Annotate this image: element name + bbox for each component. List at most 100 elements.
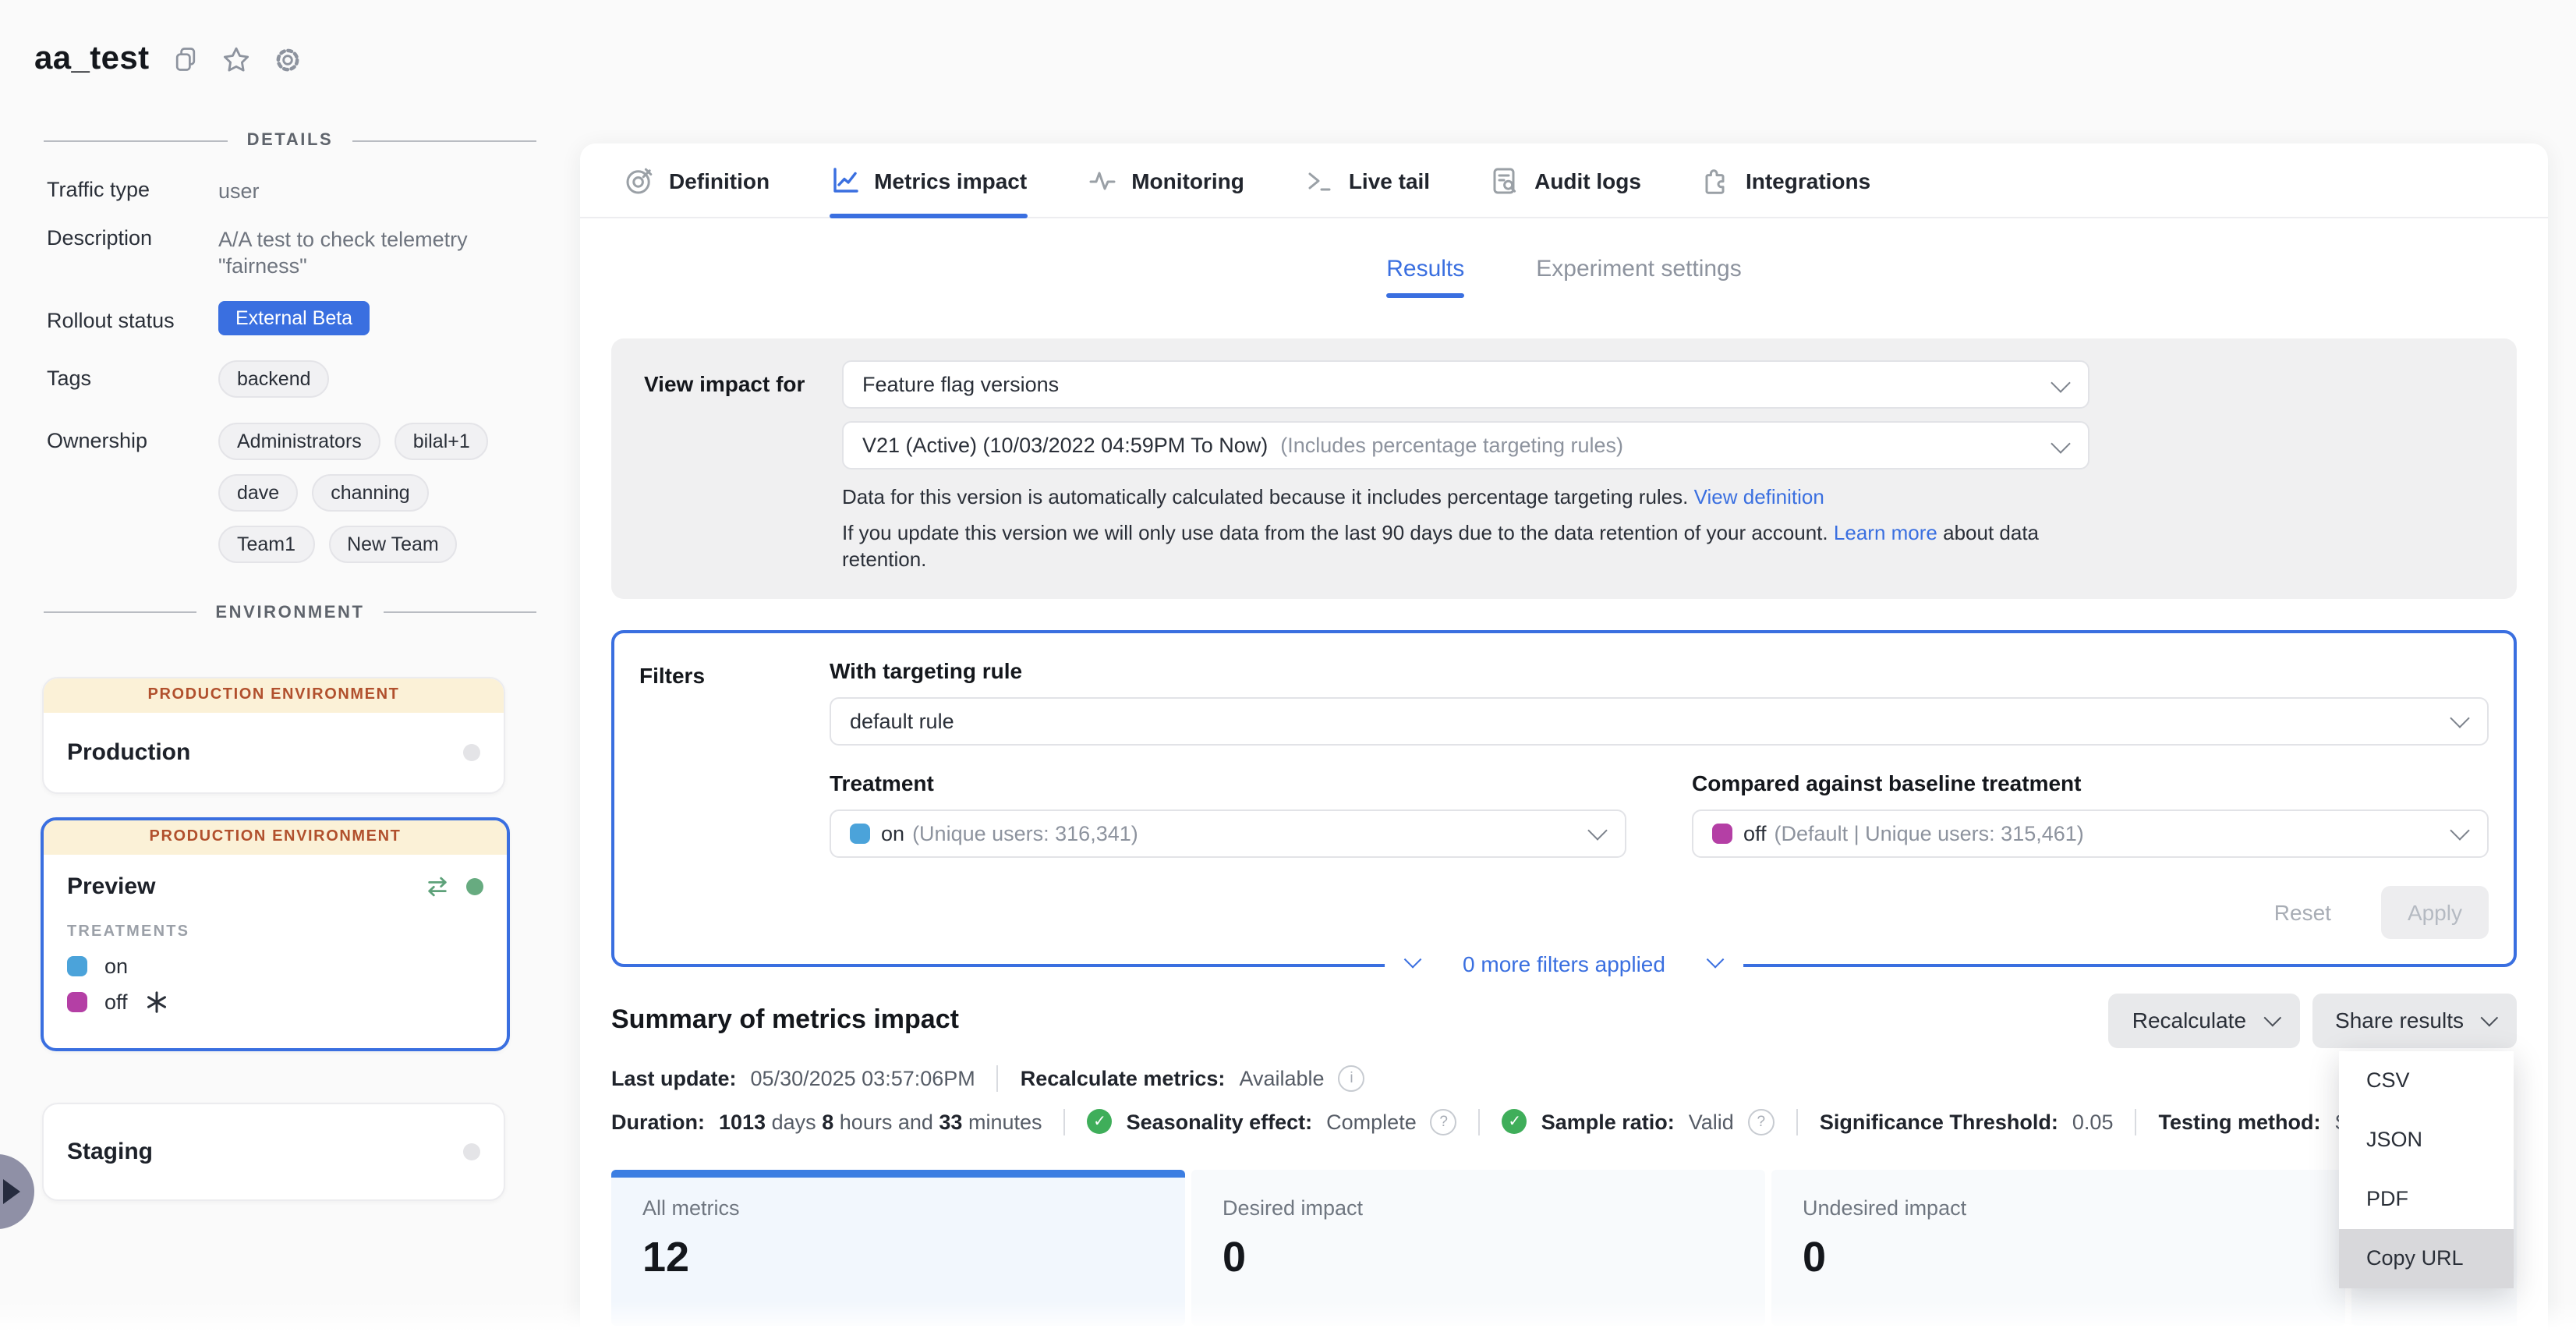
card-value: 12 xyxy=(642,1233,1185,1281)
chevron-down-icon xyxy=(1404,950,1422,968)
impact-type-value: Feature flag versions xyxy=(862,373,1059,396)
baseline-label: Compared against baseline treatment xyxy=(1692,770,2489,795)
duration-label: Duration: xyxy=(611,1110,705,1133)
testing-method-label: Testing method: xyxy=(2158,1110,2320,1133)
duration-days: 1013 xyxy=(719,1110,766,1133)
tab-integrations[interactable]: Integrations xyxy=(1700,143,1870,217)
treatments-title: TREATMENTS xyxy=(67,923,483,940)
pulse-icon xyxy=(1086,165,1117,196)
tab-audit-logs[interactable]: Audit logs xyxy=(1489,143,1641,217)
menu-item-copy-url[interactable]: Copy URL xyxy=(2338,1228,2513,1288)
baseline-value: off xyxy=(1743,821,1767,845)
owner-pills: Administrators bilal+1 dave channing Tea… xyxy=(218,422,530,562)
treatment-off-label: off xyxy=(104,990,128,1013)
treatment-note: (Unique users: 316,341) xyxy=(912,821,1138,845)
ownership-label: Ownership xyxy=(47,422,218,562)
duration-word: hours and xyxy=(840,1110,933,1133)
recalculate-button[interactable]: Recalculate xyxy=(2109,993,2299,1047)
targeting-rule-label: With targeting rule xyxy=(830,657,2489,682)
subtab-experiment-settings[interactable]: Experiment settings xyxy=(1536,256,1741,298)
menu-item-csv[interactable]: CSV xyxy=(2338,1050,2513,1110)
learn-more-link[interactable]: Learn more xyxy=(1834,520,1937,544)
env-active-dot xyxy=(466,877,483,894)
rollout-status-badge: External Beta xyxy=(218,300,370,335)
menu-item-json[interactable]: JSON xyxy=(2338,1110,2513,1169)
details-section-title: DETAILS xyxy=(247,131,334,150)
chevron-down-icon xyxy=(2450,821,2469,841)
targeting-rule-select[interactable]: default rule xyxy=(830,696,2489,745)
tab-label: Audit logs xyxy=(1534,168,1641,193)
gear-icon[interactable] xyxy=(273,44,303,74)
traffic-type-label: Traffic type xyxy=(47,178,218,205)
more-filters-toggle[interactable]: 0 more filters applied xyxy=(1385,943,1743,983)
apply-button[interactable]: Apply xyxy=(2381,885,2489,938)
env-card-staging[interactable]: Staging xyxy=(42,1102,505,1200)
duration-word: minutes xyxy=(968,1110,1042,1133)
star-icon[interactable] xyxy=(221,44,251,74)
swap-arrows-icon xyxy=(424,874,451,898)
help-icon[interactable]: ? xyxy=(1431,1108,1457,1135)
env-card-production[interactable]: PRODUCTION ENVIRONMENT Production xyxy=(42,676,505,793)
chevron-down-icon xyxy=(2450,709,2469,728)
check-circle-icon: ✓ xyxy=(1502,1109,1527,1134)
card-label: Desired impact xyxy=(1223,1196,1765,1219)
treatment-off-swatch xyxy=(1712,823,1732,843)
tab-label: Metrics impact xyxy=(874,168,1027,193)
audit-log-icon xyxy=(1489,165,1520,196)
divider xyxy=(44,140,228,141)
flag-title-row: aa_test xyxy=(0,0,580,78)
view-definition-link[interactable]: View definition xyxy=(1694,485,1824,508)
tab-live-tail[interactable]: Live tail xyxy=(1304,143,1430,217)
divider xyxy=(997,1065,999,1091)
env-card-preview[interactable]: PRODUCTION ENVIRONMENT Preview TREATMENT… xyxy=(41,817,510,1050)
menu-item-pdf[interactable]: PDF xyxy=(2338,1169,2513,1228)
owner-pill: Administrators xyxy=(218,422,380,459)
last-update-label: Last update: xyxy=(611,1066,737,1089)
env-name-preview: Preview xyxy=(67,873,409,899)
terminal-icon xyxy=(1304,165,1335,196)
tab-label: Definition xyxy=(669,168,770,193)
card-undesired-impact[interactable]: Undesired impact 0 xyxy=(1771,1169,2345,1325)
significance-threshold-value: 0.05 xyxy=(2072,1110,2114,1133)
owner-pill: dave xyxy=(218,473,298,511)
tab-metrics-impact[interactable]: Metrics impact xyxy=(829,143,1027,217)
owner-pill: Team1 xyxy=(218,525,314,562)
duration-word: days xyxy=(772,1110,816,1133)
metric-summary-cards: All metrics 12 Desired impact 0 Undesire… xyxy=(611,1169,2517,1325)
view-impact-label: View impact for xyxy=(630,360,842,573)
env-name-staging: Staging xyxy=(67,1138,448,1164)
chevron-right-icon xyxy=(3,1179,20,1204)
copy-icon[interactable] xyxy=(172,45,200,73)
main-panel: Definition Metrics impact Monitoring Liv… xyxy=(580,143,2548,1332)
tab-definition[interactable]: Definition xyxy=(624,143,770,217)
tab-monitoring[interactable]: Monitoring xyxy=(1086,143,1244,217)
recalculate-metrics-value: Available xyxy=(1239,1066,1324,1089)
default-treatment-icon xyxy=(145,990,168,1013)
summary-meta-line-2: Duration: 1013 days 8 hours and 33 minut… xyxy=(611,1108,2517,1135)
version-note: (Includes percentage targeting rules) xyxy=(1280,434,1623,457)
impact-type-select[interactable]: Feature flag versions xyxy=(842,360,2089,409)
details-section-header: DETAILS xyxy=(44,131,536,150)
more-filters-label: 0 more filters applied xyxy=(1463,951,1665,976)
subtab-results[interactable]: Results xyxy=(1386,256,1464,298)
help-icon[interactable]: ? xyxy=(1748,1108,1775,1135)
divider xyxy=(384,611,536,613)
info-icon[interactable]: i xyxy=(1339,1065,1365,1091)
card-all-metrics[interactable]: All metrics 12 xyxy=(611,1169,1185,1325)
reset-button[interactable]: Reset xyxy=(2265,898,2341,926)
ownership-row: Ownership Administrators bilal+1 dave ch… xyxy=(47,422,580,562)
tags-row: Tags backend xyxy=(47,360,580,397)
treatment-off-swatch xyxy=(67,991,87,1011)
version-select[interactable]: V21 (Active) (10/03/2022 04:59PM To Now)… xyxy=(842,421,2089,469)
subtab-bar: Results Experiment settings xyxy=(580,256,2548,298)
significance-threshold-label: Significance Threshold: xyxy=(1820,1110,2058,1133)
treatment-select[interactable]: on (Unique users: 316,341) xyxy=(830,809,1626,857)
details-rows: Traffic type user Description A/A test t… xyxy=(47,178,580,562)
share-results-button[interactable]: Share results xyxy=(2312,993,2517,1047)
seasonality-label: Seasonality effect: xyxy=(1127,1110,1313,1133)
baseline-select[interactable]: off (Default | Unique users: 315,461) xyxy=(1692,809,2489,857)
card-label: Undesired impact xyxy=(1803,1196,2345,1219)
rollout-status-label: Rollout status xyxy=(47,300,218,335)
card-desired-impact[interactable]: Desired impact 0 xyxy=(1191,1169,1765,1325)
rollout-status-row: Rollout status External Beta xyxy=(47,300,580,335)
